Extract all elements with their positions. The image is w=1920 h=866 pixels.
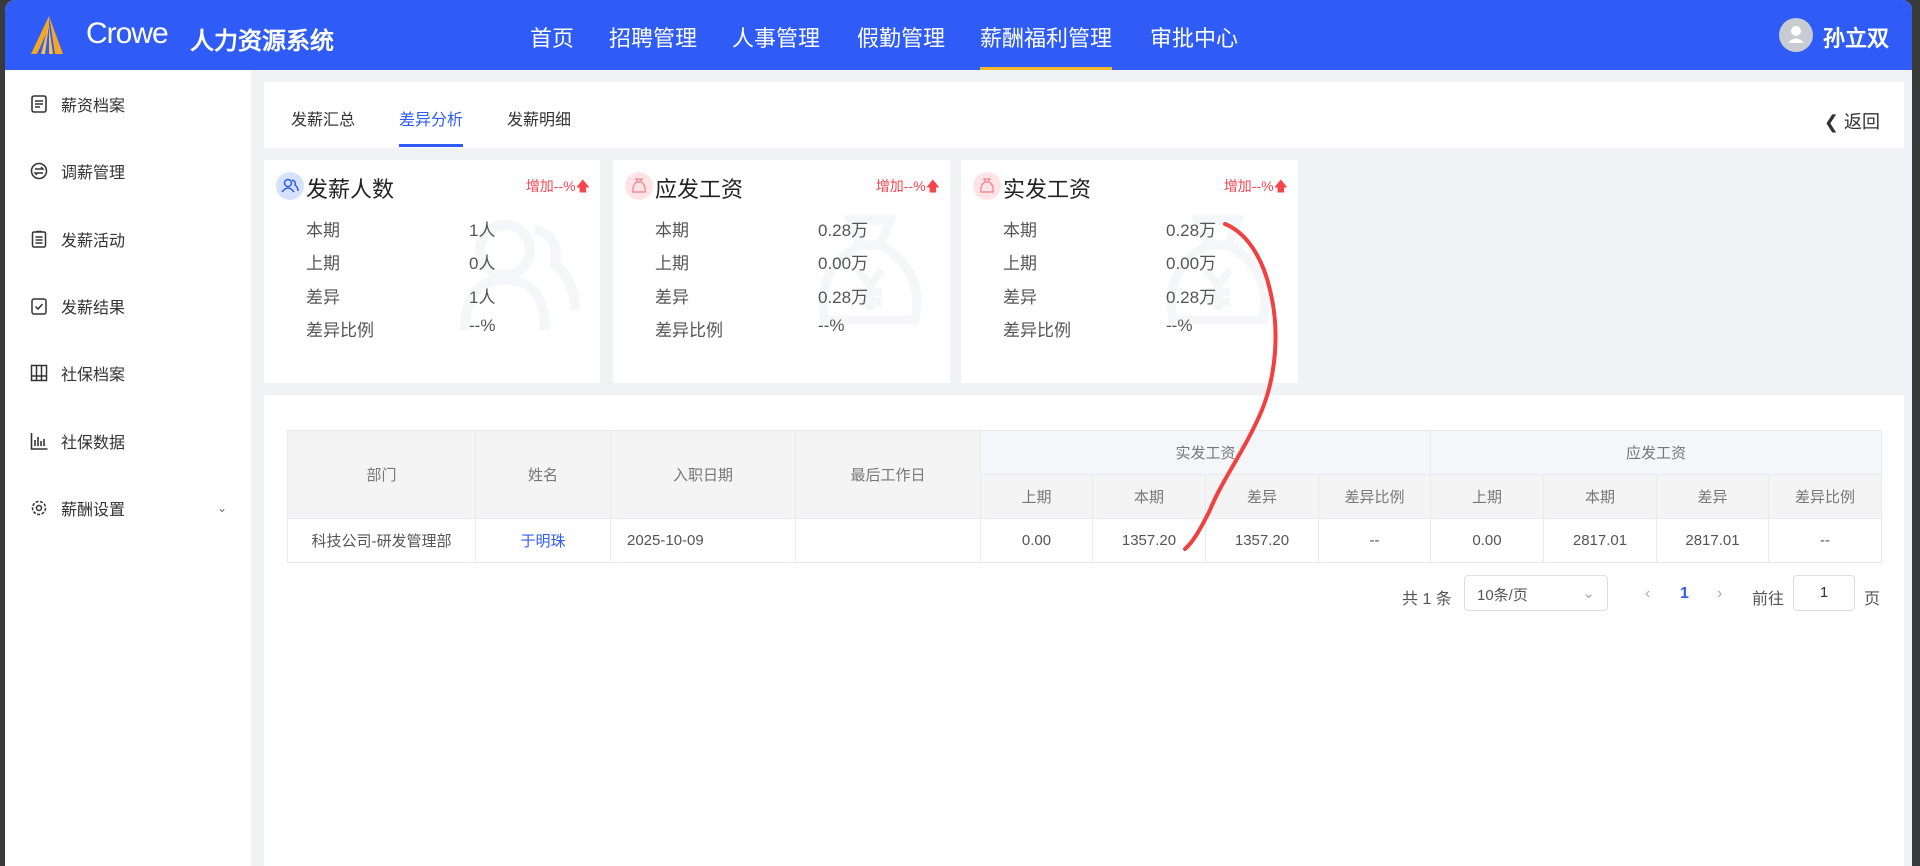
- red-annotation-stroke: [1183, 222, 1278, 551]
